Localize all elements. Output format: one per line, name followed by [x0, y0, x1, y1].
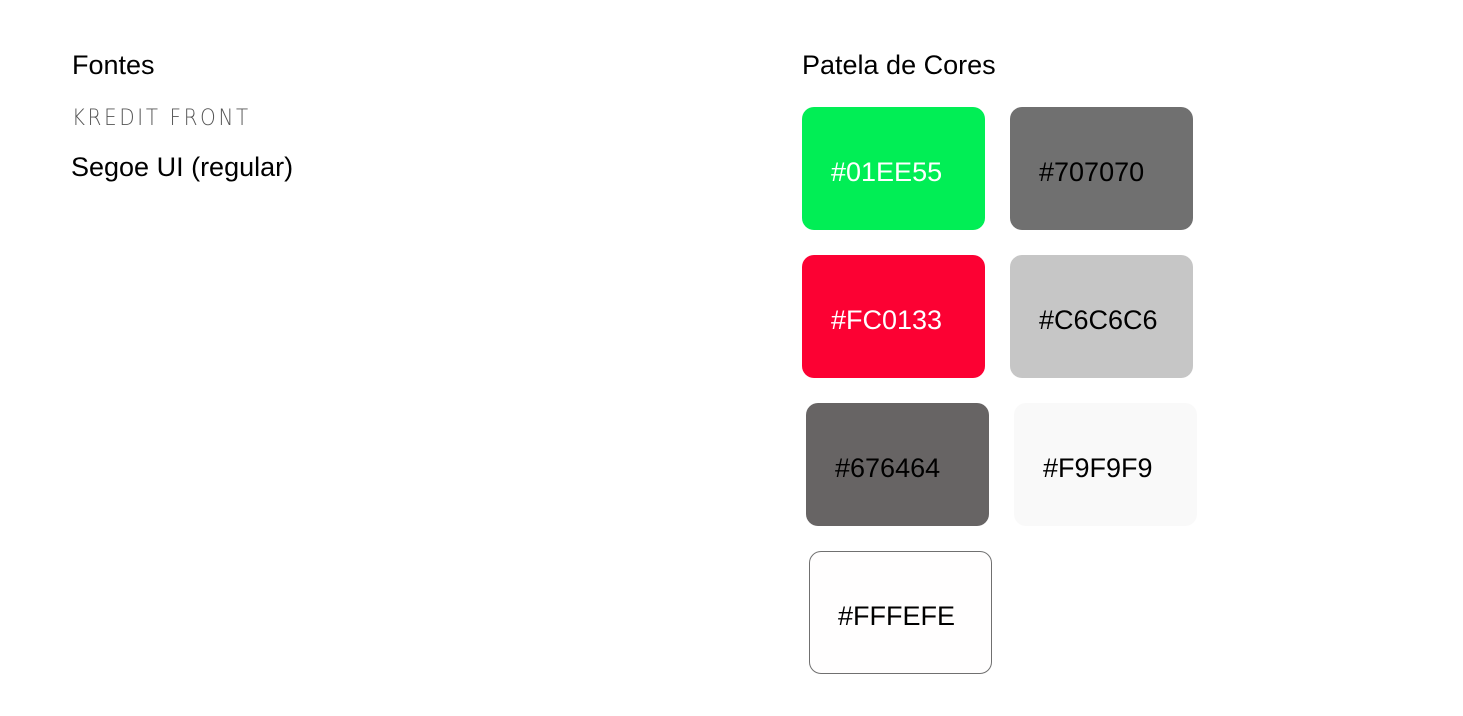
color-label: #676464 — [835, 453, 941, 483]
color-swatch: #FFFEFE — [809, 551, 992, 674]
color-label: #F9F9F9 — [1043, 453, 1153, 483]
color-label: #01EE55 — [831, 157, 943, 187]
palette-title: Patela de Cores — [802, 50, 996, 80]
font-kredit-front: KREDIT FRONT — [72, 106, 251, 131]
color-swatch: #01EE55 — [802, 107, 985, 230]
fonts-title: Fontes — [72, 50, 155, 80]
color-swatch: #FC0133 — [802, 255, 985, 378]
font-segoe-ui: Segoe UI (regular) — [71, 152, 294, 182]
color-swatch: #707070 — [1010, 107, 1193, 230]
color-label: #FC0133 — [831, 305, 943, 335]
color-label: #C6C6C6 — [1039, 305, 1158, 335]
color-swatch: #F9F9F9 — [1014, 403, 1197, 526]
color-label: #FFFEFE — [838, 601, 956, 631]
color-swatch: #676464 — [806, 403, 989, 526]
color-label: #707070 — [1039, 157, 1145, 187]
color-swatch: #C6C6C6 — [1010, 255, 1193, 378]
